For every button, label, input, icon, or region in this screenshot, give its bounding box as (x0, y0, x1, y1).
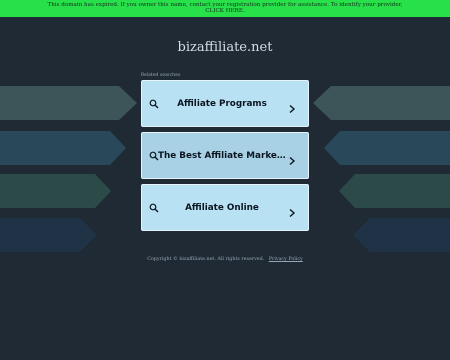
deco-arrow-left-2 (0, 131, 126, 165)
search-card-label: Affiliate Online (185, 202, 259, 213)
search-card-affiliate-online[interactable]: Affiliate Online (141, 184, 309, 231)
deco-arrow-right-3 (339, 174, 450, 208)
chevron-right-icon (288, 99, 296, 113)
privacy-policy-link[interactable]: Privacy Policy (269, 257, 303, 262)
search-card-label: The Best Affiliate Marketing Programs (158, 150, 286, 161)
search-card-best-affiliate-marketing[interactable]: The Best Affiliate Marketing Programs (141, 132, 309, 179)
domain-title: bizaffiliate.net (177, 40, 273, 55)
deco-arrow-right-2 (324, 131, 450, 165)
chevron-right-icon (288, 203, 296, 217)
search-card-affiliate-programs[interactable]: Affiliate Programs (141, 80, 309, 127)
chevron-right-icon (288, 151, 296, 165)
deco-arrow-right-4 (353, 218, 450, 252)
related-searches-label: Related searches (141, 73, 181, 78)
deco-arrow-left-3 (0, 174, 111, 208)
deco-arrow-right-1 (313, 86, 450, 120)
search-card-label: Affiliate Programs (177, 98, 267, 109)
copyright-text: Copyright © bizaffiliate.net. All rights… (147, 257, 265, 262)
deco-arrow-left-4 (0, 218, 97, 252)
footer: Copyright © bizaffiliate.net. All rights… (0, 257, 450, 262)
deco-arrow-left-1 (0, 86, 137, 120)
